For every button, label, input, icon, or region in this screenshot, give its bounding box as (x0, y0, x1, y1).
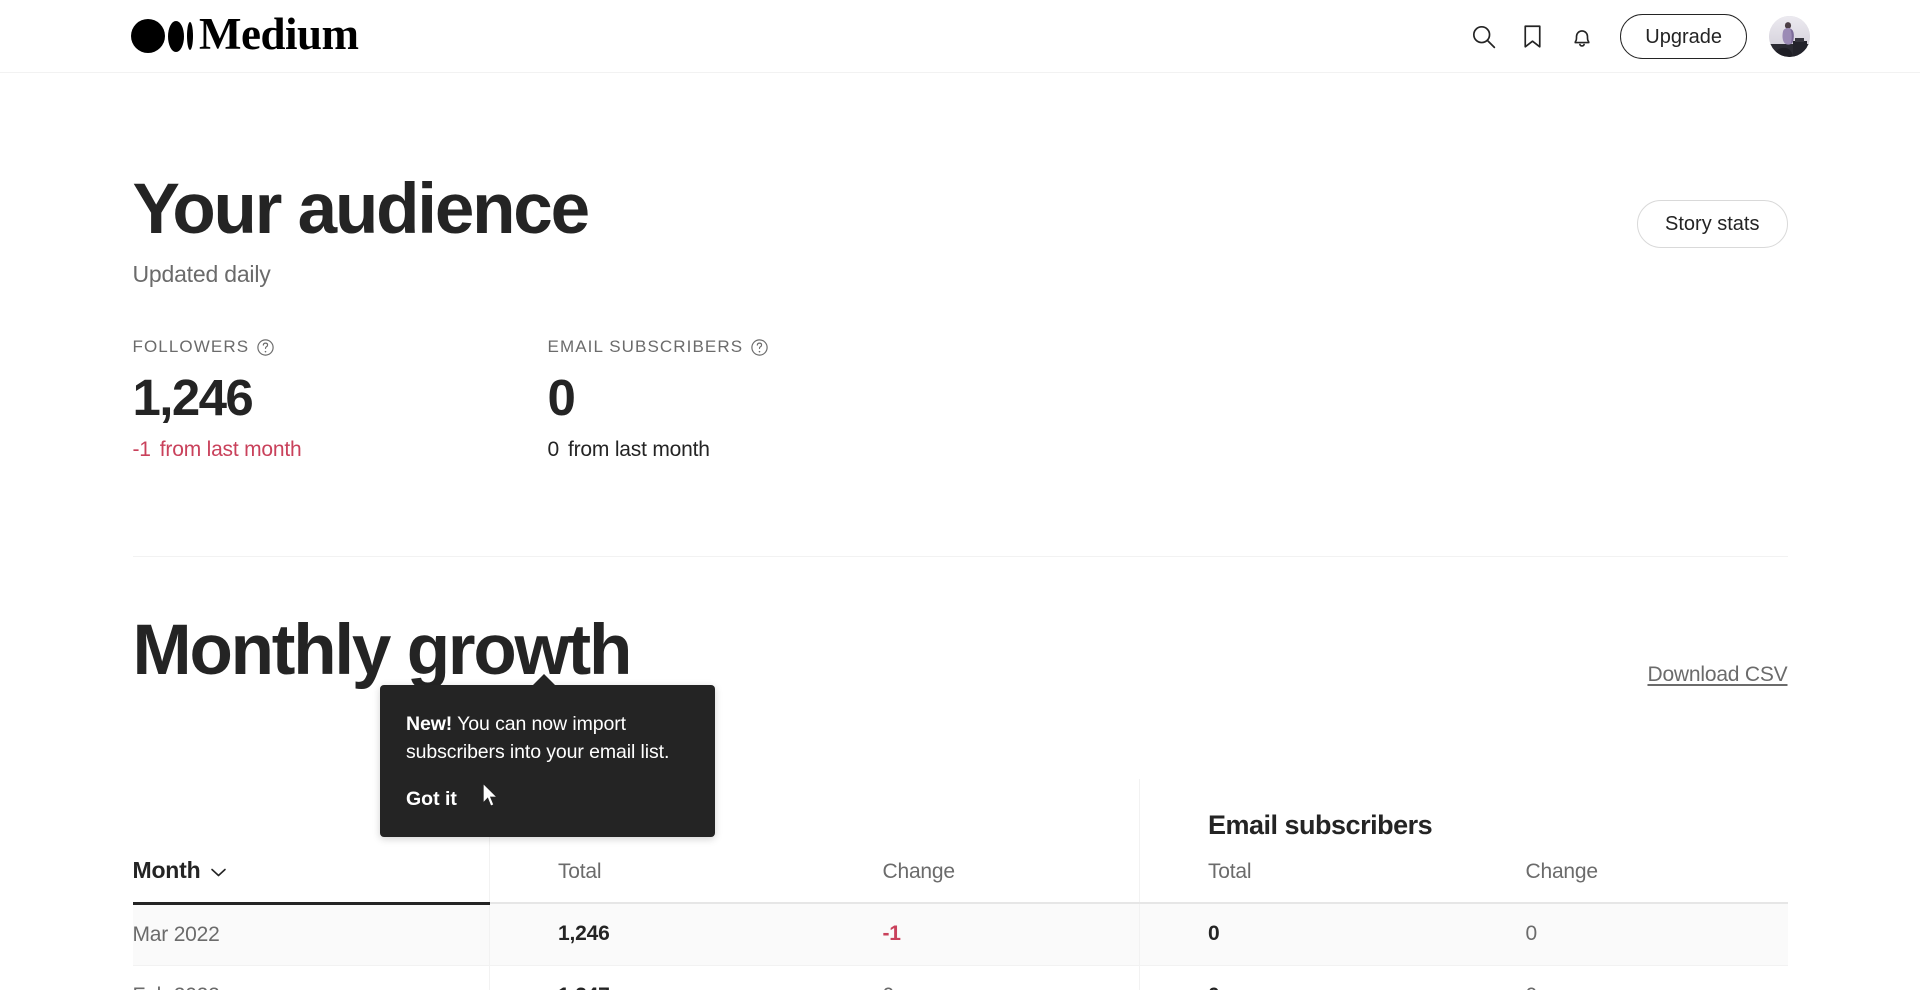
chevron-down-icon (210, 857, 227, 884)
metric-label: EMAIL SUBSCRIBERS (548, 336, 963, 358)
bookmark-icon (1518, 22, 1547, 51)
page-body: Your audience Updated daily Story stats … (0, 174, 1920, 990)
metric-label-text: FOLLOWERS (132, 337, 250, 356)
audience-header: Your audience Updated daily Story stats (133, 174, 1788, 294)
search-icon (1469, 22, 1498, 51)
table-row[interactable]: Mar 2022 1,246 -1 0 0 (132, 903, 1788, 966)
group-header-email-subscribers: Email subscribers (1139, 778, 1788, 841)
cell-email-total: 0 (1139, 965, 1458, 990)
metric-value: 0 (547, 369, 576, 426)
column-header-month[interactable]: Month (132, 840, 490, 905)
column-header-email-change[interactable]: Change (1457, 840, 1788, 905)
metric-value: 1,246 (132, 369, 254, 426)
metric-delta-value: -1 (132, 437, 151, 461)
cell-email-change: 0 (1457, 965, 1788, 990)
cell-month: Mar 2022 (132, 903, 490, 966)
metric-email-subscribers: EMAIL SUBSCRIBERS 0 0 from last month (548, 336, 963, 462)
upgrade-button[interactable]: Upgrade (1620, 14, 1747, 59)
metric-delta: 0 from last month (548, 438, 963, 462)
column-header-email-total[interactable]: Total (1139, 840, 1458, 905)
site-header: Medium Upgrade (0, 0, 1920, 73)
page-title: Your audience (132, 170, 591, 249)
metric-followers: FOLLOWERS 1,246 -1 from last month (133, 336, 548, 462)
bell-icon (1568, 23, 1596, 51)
table-sub-header-row: Month Total Change Total Change (132, 840, 1788, 905)
question-mark-circle-icon[interactable] (750, 338, 769, 357)
column-header-followers-total[interactable]: Total (489, 840, 815, 905)
metric-label: FOLLOWERS (133, 336, 548, 358)
notifications-button[interactable] (1557, 12, 1606, 61)
tooltip-got-it-button[interactable]: Got it (406, 788, 457, 811)
question-mark-circle-icon[interactable] (256, 338, 275, 357)
content-container: Your audience Updated daily Story stats … (132, 174, 1788, 990)
bookmarks-button[interactable] (1508, 12, 1557, 61)
metric-delta-suffix: from last month (567, 437, 710, 461)
cell-followers-change: -1 (814, 903, 1140, 966)
tooltip-arrow (532, 674, 556, 686)
medium-logo-icon (131, 19, 193, 53)
cell-followers-change: 0 (814, 965, 1140, 990)
cell-email-change: 0 (1457, 903, 1788, 966)
metric-delta-suffix: from last month (159, 437, 302, 461)
tooltip-strong: New! (406, 713, 453, 735)
download-csv-link[interactable]: Download CSV (1647, 663, 1787, 687)
metrics-row: FOLLOWERS 1,246 -1 from last month EMAIL… (133, 336, 1788, 462)
email-import-tooltip: New! You can now import subscribers into… (380, 674, 715, 837)
section-title: Monthly growth (132, 610, 633, 690)
cell-followers-total: 1,247 (489, 965, 815, 990)
tooltip-text: New! You can now import subscribers into… (406, 710, 689, 767)
medium-logo[interactable]: Medium (131, 12, 359, 60)
cell-email-total: 0 (1139, 903, 1458, 966)
brand-wordmark: Medium (199, 9, 359, 59)
avatar[interactable] (1769, 16, 1810, 57)
metric-label-text: EMAIL SUBSCRIBERS (547, 337, 744, 356)
column-header-month-label: Month (132, 856, 201, 883)
column-header-followers-change[interactable]: Change (814, 840, 1140, 905)
header-actions: Upgrade (1459, 0, 1810, 73)
page-subtitle: Updated daily (132, 261, 271, 287)
section-divider (132, 555, 1788, 557)
cell-month: Feb 2022 (132, 965, 490, 990)
metric-delta: -1 from last month (133, 438, 548, 462)
avatar-photo (1769, 16, 1810, 57)
story-stats-button[interactable]: Story stats (1637, 200, 1788, 248)
search-button[interactable] (1459, 12, 1508, 61)
metric-delta-value: 0 (547, 437, 560, 461)
cell-followers-total: 1,246 (489, 903, 815, 966)
table-row[interactable]: Feb 2022 1,247 0 0 0 (132, 965, 1788, 990)
